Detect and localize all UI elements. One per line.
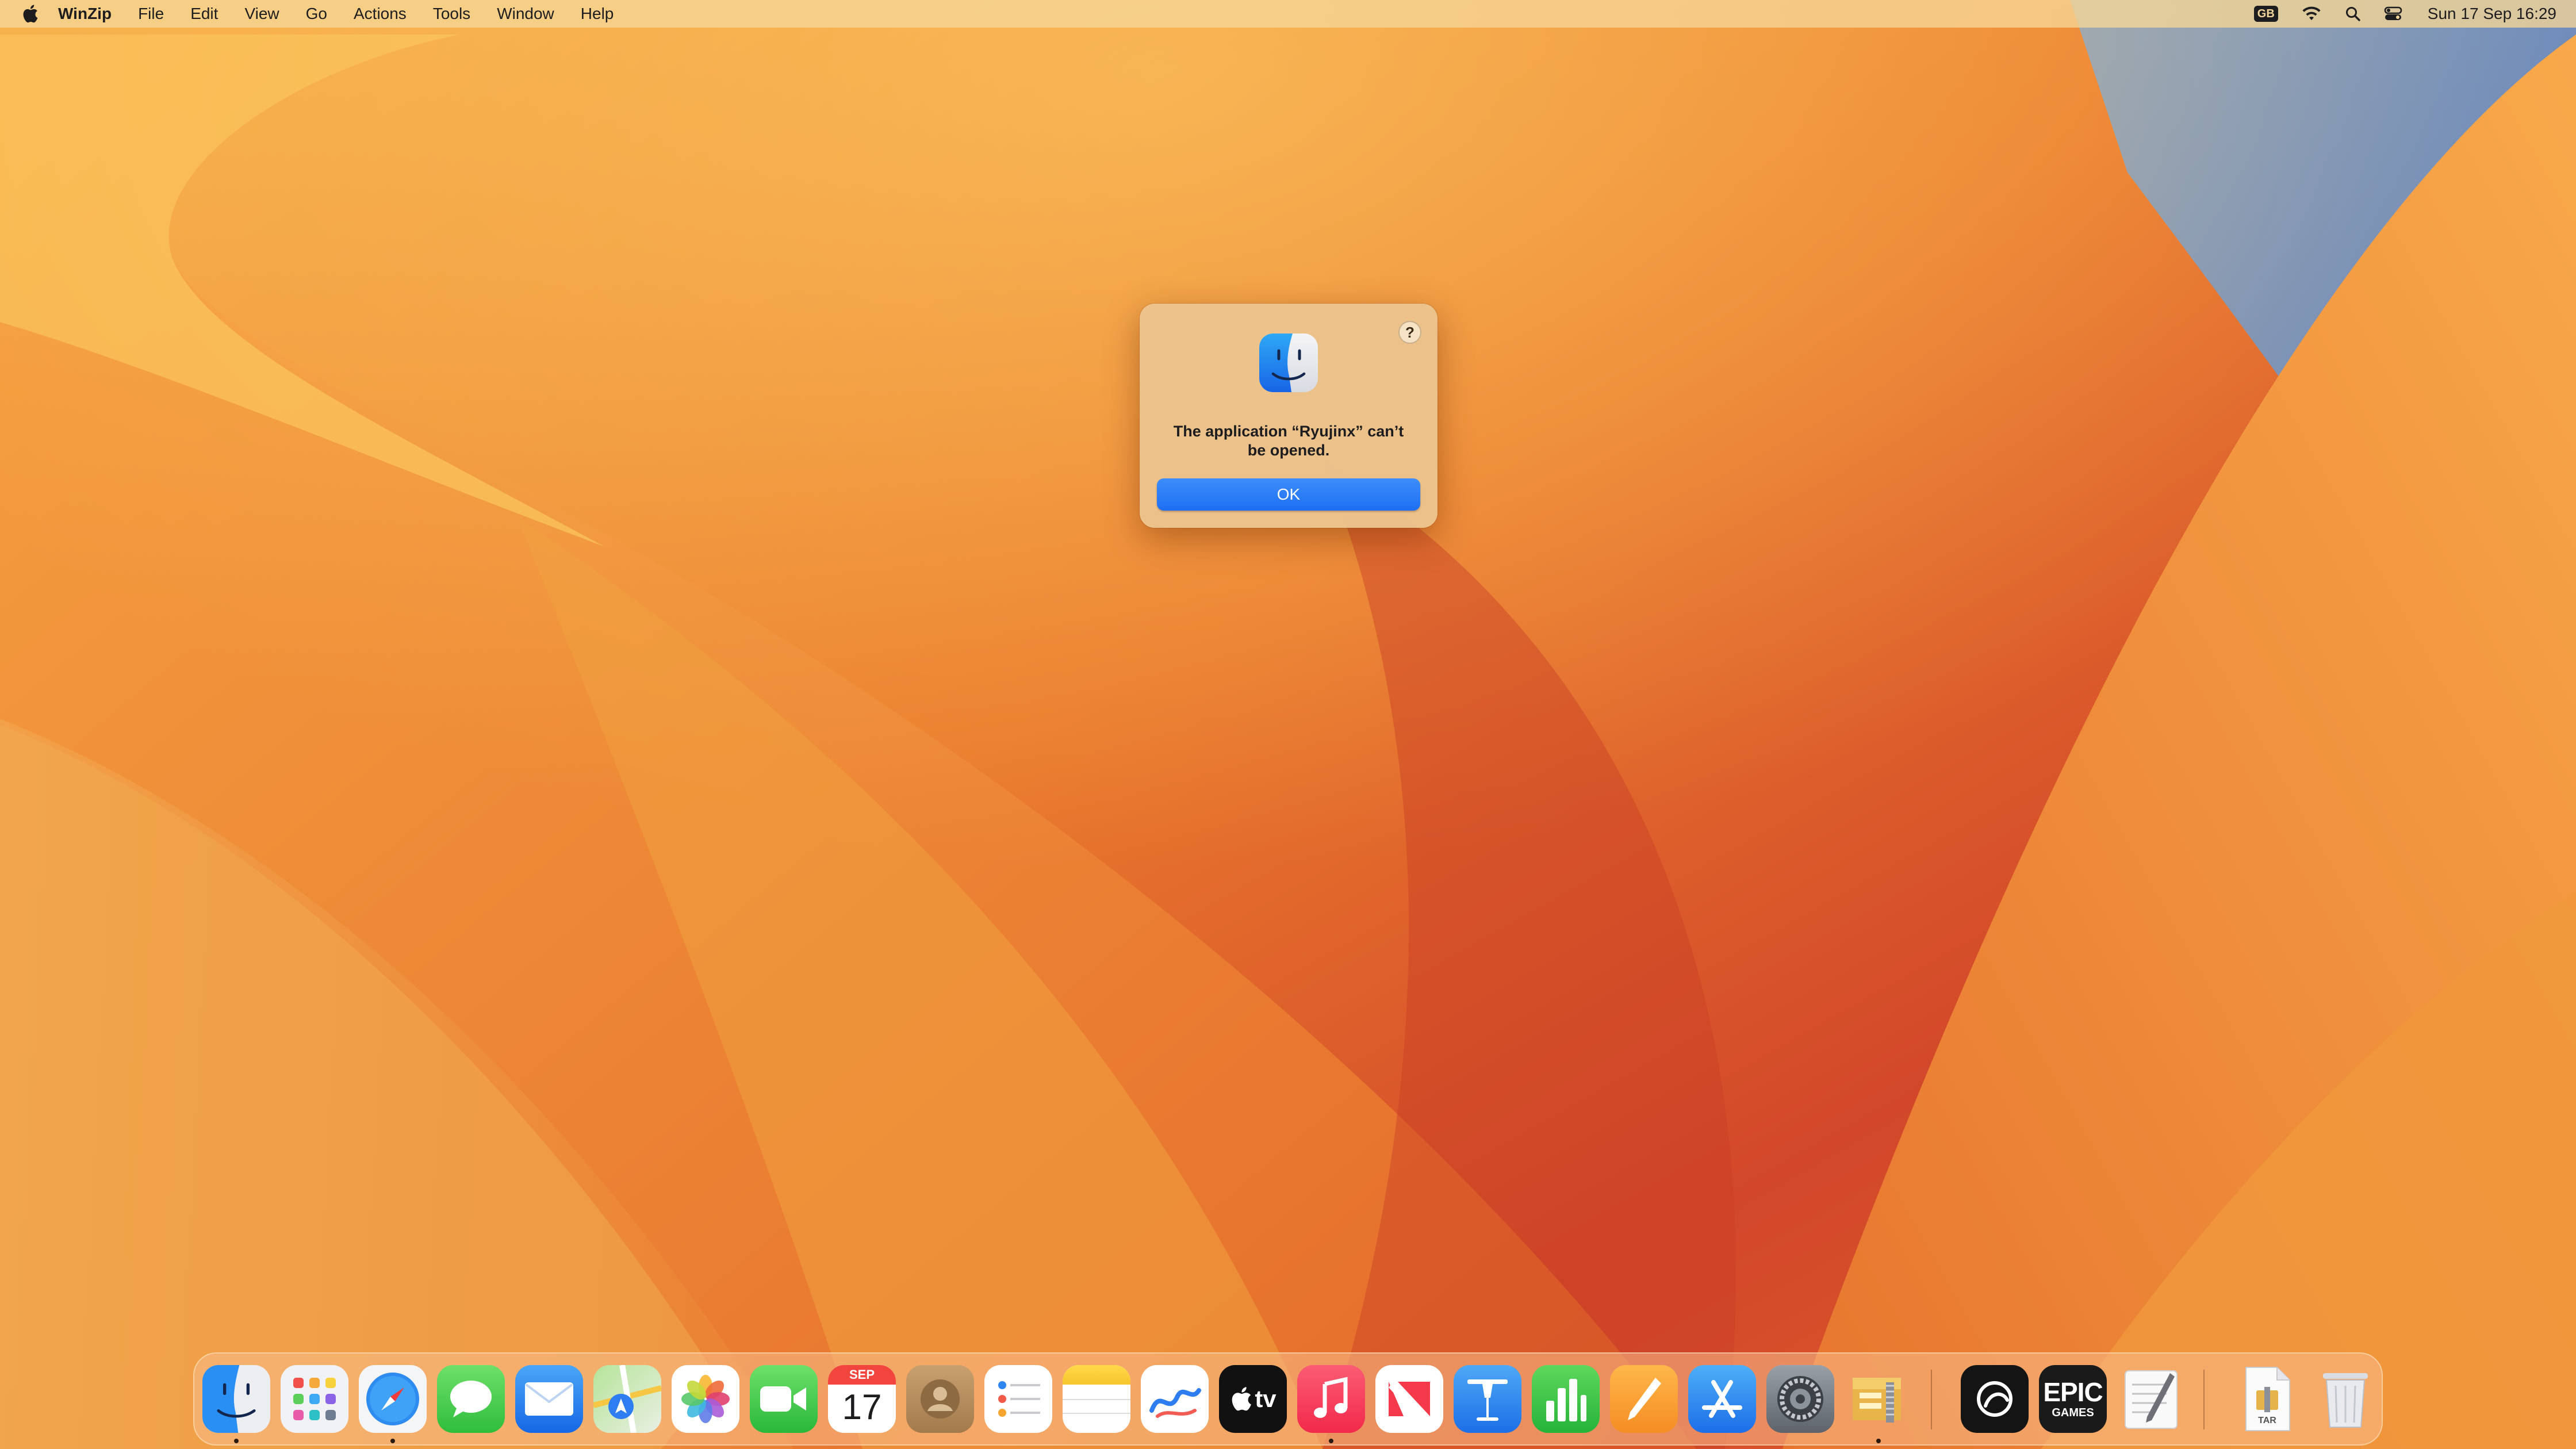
pages-icon[interactable] [1610,1365,1678,1433]
menu-tools[interactable]: Tools [420,0,484,28]
keynote-icon[interactable] [1454,1365,1521,1433]
epic-games-icon[interactable]: EPIC GAMES [2039,1365,2107,1433]
dock-separator [2203,1370,2205,1429]
input-source-menu[interactable]: GB [2242,0,2290,28]
notes-icon[interactable] [1063,1365,1130,1433]
contacts-icon[interactable] [906,1365,974,1433]
apple-tv-icon[interactable]: tv [1219,1365,1287,1433]
menu-bar: WinZip File Edit View Go Actions Tools W… [0,0,2576,28]
calendar-month: SEP [828,1365,896,1385]
freeform-icon[interactable] [1141,1365,1209,1433]
facetime-icon[interactable] [750,1365,818,1433]
calendar-month-label: SEP [849,1367,875,1382]
running-indicator [234,1439,239,1443]
wifi-icon[interactable] [2290,0,2333,28]
textedit-icon[interactable] [2117,1365,2185,1433]
launchpad-icon[interactable] [281,1365,348,1433]
ok-button[interactable]: OK [1157,478,1420,511]
reminders-icon[interactable] [984,1365,1052,1433]
menu-window[interactable]: Window [484,0,568,28]
app-store-icon[interactable] [1688,1365,1756,1433]
mail-icon[interactable] [515,1365,583,1433]
menu-go[interactable]: Go [293,0,340,28]
maps-icon[interactable] [593,1365,661,1433]
search-icon[interactable] [2333,0,2372,28]
numbers-icon[interactable] [1532,1365,1600,1433]
apple-logo-icon[interactable] [15,0,45,28]
chatgpt-icon[interactable] [1961,1365,2029,1433]
menu-file[interactable]: File [125,0,177,28]
winzip-icon[interactable] [1845,1365,1912,1433]
calendar-icon[interactable]: SEP 17 [828,1365,896,1433]
trash-icon[interactable] [2312,1365,2379,1433]
finder-icon[interactable] [202,1365,270,1433]
input-source-badge: GB [2253,6,2278,22]
epic-label-bottom: GAMES [2052,1406,2094,1419]
running-indicator [1329,1439,1333,1443]
running-indicator [390,1439,395,1443]
messages-icon[interactable] [437,1365,505,1433]
calendar-day-label: 17 [842,1387,882,1427]
dock-separator [1931,1370,1932,1429]
finder-icon [1257,331,1320,394]
epic-label-top: EPIC [2043,1377,2103,1407]
desktop-wallpaper [0,0,2576,1449]
photos-icon[interactable] [672,1365,739,1433]
safari-icon[interactable] [359,1365,427,1433]
news-icon[interactable] [1375,1365,1443,1433]
control-center-icon[interactable] [2372,0,2414,28]
alert-dialog: ? The application “Ryujinx” can’t be ope… [1140,304,1438,528]
running-indicator [1876,1439,1881,1443]
tar-file-icon[interactable]: TAR [2233,1365,2301,1433]
dock: SEP 17 tv EPIC GAMES TAR [193,1352,2383,1446]
tar-label: TAR [2258,1416,2276,1425]
menu-view[interactable]: View [231,0,292,28]
system-settings-icon[interactable] [1766,1365,1834,1433]
menu-edit[interactable]: Edit [177,0,231,28]
menu-bar-clock[interactable]: Sun 17 Sep 16:29 [2414,5,2561,23]
music-icon[interactable] [1297,1365,1365,1433]
menu-app-winzip[interactable]: WinZip [45,0,125,28]
menu-help[interactable]: Help [568,0,627,28]
help-button[interactable]: ? [1398,321,1421,344]
menu-actions[interactable]: Actions [340,0,420,28]
alert-message: The application “Ryujinx” can’t be opene… [1173,423,1404,459]
tv-label: tv [1255,1385,1276,1412]
